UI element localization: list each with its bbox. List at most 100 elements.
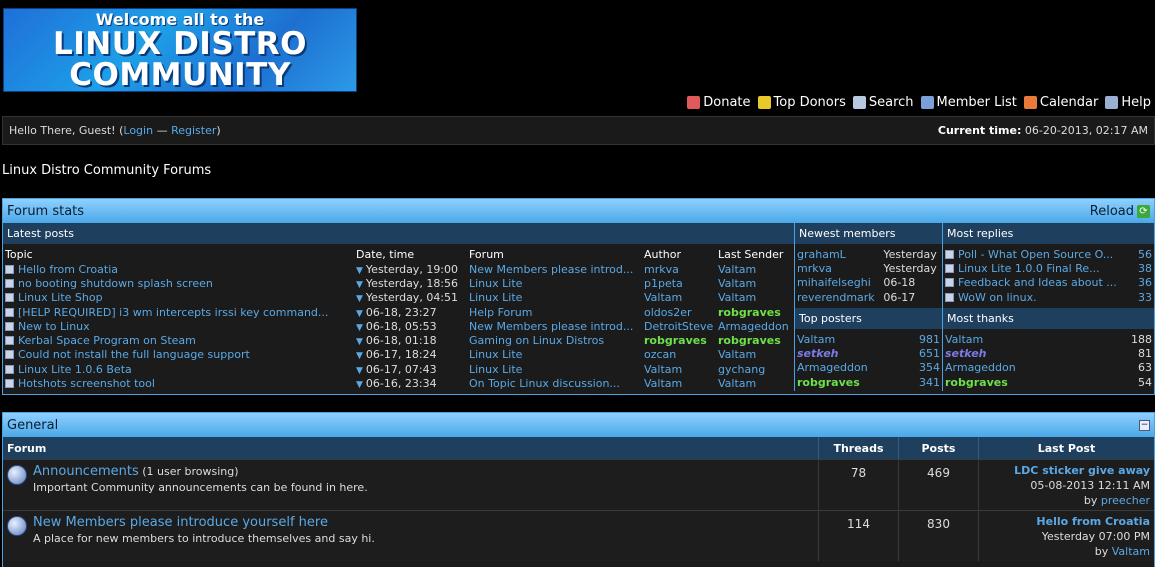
post-last-sender-link[interactable]: gychang bbox=[718, 363, 765, 376]
post-forum-link[interactable]: Linux Lite bbox=[469, 348, 522, 361]
post-last-sender-link[interactable]: Valtam bbox=[718, 348, 756, 361]
reply-topic-cell: Linux Lite 1.0.0 Final Re... bbox=[943, 261, 1134, 275]
reload-button[interactable]: Reload ⟳ bbox=[1090, 204, 1150, 219]
menu-donate[interactable]: Donate bbox=[687, 95, 751, 110]
member-name-cell: reverendmark bbox=[795, 290, 881, 304]
menu-top-donors[interactable]: Top Donors bbox=[757, 95, 846, 110]
reply-topic-link[interactable]: Poll - What Open Source O... bbox=[958, 248, 1113, 261]
member-link[interactable]: mrkva bbox=[797, 262, 832, 275]
poster-count[interactable]: 981 bbox=[905, 332, 942, 346]
post-last-sender-link[interactable]: Valtam bbox=[718, 263, 756, 276]
poster-count[interactable]: 341 bbox=[905, 375, 942, 389]
post-last-sender-link[interactable]: Valtam bbox=[718, 277, 756, 290]
thanks-user-link[interactable]: setkeh bbox=[945, 347, 986, 360]
goto-last-icon[interactable]: ▼ bbox=[356, 266, 363, 276]
post-forum-link[interactable]: Gaming on Linux Distros bbox=[469, 334, 604, 347]
post-forum-link[interactable]: On Topic Linux discussion... bbox=[469, 377, 620, 390]
thanks-user-link[interactable]: Valtam bbox=[945, 333, 983, 346]
post-author-link[interactable]: DetroitSteve bbox=[644, 320, 713, 333]
post-author-link[interactable]: mrkva bbox=[644, 263, 679, 276]
goto-last-icon[interactable]: ▼ bbox=[356, 294, 363, 304]
post-author-link[interactable]: robgraves bbox=[644, 334, 707, 347]
reply-count[interactable]: 38 bbox=[1134, 261, 1154, 275]
post-last-sender-link[interactable]: Armageddon bbox=[718, 320, 789, 333]
time-label: Current time: bbox=[937, 124, 1022, 137]
post-topic-link[interactable]: New to Linux bbox=[18, 320, 90, 333]
post-forum-link[interactable]: Linux Lite bbox=[469, 277, 522, 290]
member-link[interactable]: grahamL bbox=[797, 248, 846, 261]
post-topic-link[interactable]: Linux Lite 1.0.6 Beta bbox=[18, 363, 132, 376]
login-link[interactable]: Login bbox=[123, 124, 153, 137]
goto-last-icon[interactable]: ▼ bbox=[356, 380, 363, 390]
post-topic-link[interactable]: Hello from Croatia bbox=[18, 263, 118, 276]
thanks-name-cell: robgraves bbox=[943, 375, 1101, 389]
post-forum-link[interactable]: Linux Lite bbox=[469, 363, 522, 376]
poster-link[interactable]: Armageddon bbox=[797, 361, 868, 374]
post-author-link[interactable]: Valtam bbox=[644, 291, 682, 304]
menu-help[interactable]: Help bbox=[1105, 95, 1151, 110]
post-forum-link[interactable]: New Members please introd... bbox=[469, 263, 633, 276]
post-author-link[interactable]: ozcan bbox=[644, 348, 676, 361]
menu-calendar[interactable]: Calendar bbox=[1023, 95, 1098, 110]
post-topic-link[interactable]: Kerbal Space Program on Steam bbox=[18, 334, 196, 347]
last-post-user-link[interactable]: preecher bbox=[1101, 494, 1150, 507]
post-author-link[interactable]: Valtam bbox=[644, 377, 682, 390]
post-author-link[interactable]: oldos2er bbox=[644, 306, 692, 319]
goto-last-icon[interactable]: ▼ bbox=[356, 366, 363, 376]
document-icon bbox=[945, 263, 954, 273]
poster-link[interactable]: Valtam bbox=[797, 333, 835, 346]
member-link[interactable]: mihaifelseghi bbox=[797, 276, 871, 289]
goto-last-icon[interactable]: ▼ bbox=[356, 280, 363, 290]
post-topic-link[interactable]: no booting shutdown splash screen bbox=[18, 277, 213, 290]
latest-post-row: New to Linux ▼ 06-18, 05:53 New Members ple… bbox=[3, 319, 794, 333]
post-topic-link[interactable]: Could not install the full language supp… bbox=[18, 348, 250, 361]
member-link[interactable]: reverendmark bbox=[797, 291, 875, 304]
goto-last-icon[interactable]: ▼ bbox=[356, 323, 363, 333]
post-last-sender-link[interactable]: robgraves bbox=[718, 306, 781, 319]
register-link[interactable]: Register bbox=[171, 124, 216, 137]
document-icon bbox=[5, 364, 14, 374]
poster-count[interactable]: 354 bbox=[905, 361, 942, 375]
poster-name-cell: robgraves bbox=[795, 375, 905, 389]
reply-topic-link[interactable]: Linux Lite 1.0.0 Final Re... bbox=[958, 262, 1100, 275]
goto-last-icon[interactable]: ▼ bbox=[356, 309, 363, 319]
poster-link[interactable]: setkeh bbox=[797, 347, 838, 360]
post-last-sender-link[interactable]: Valtam bbox=[718, 377, 756, 390]
post-author-link[interactable]: Valtam bbox=[644, 363, 682, 376]
reply-count[interactable]: 36 bbox=[1134, 276, 1154, 290]
reply-count[interactable]: 56 bbox=[1134, 247, 1154, 261]
greeting-end: ) bbox=[216, 124, 221, 137]
thanks-user-link[interactable]: Armageddon bbox=[945, 361, 1016, 374]
collapse-button[interactable]: − bbox=[1139, 419, 1150, 431]
post-forum-link[interactable]: Linux Lite bbox=[469, 291, 522, 304]
reply-count[interactable]: 33 bbox=[1134, 290, 1154, 304]
menu-search[interactable]: Search bbox=[852, 95, 914, 110]
post-topic-link[interactable]: Linux Lite Shop bbox=[18, 291, 103, 304]
post-forum-link[interactable]: Help Forum bbox=[469, 306, 532, 319]
reply-topic-link[interactable]: WoW on linux. bbox=[958, 291, 1037, 304]
post-author-link[interactable]: p1peta bbox=[644, 277, 683, 290]
post-forum-link[interactable]: New Members please introd... bbox=[469, 320, 633, 333]
post-last-sender-link[interactable]: robgraves bbox=[718, 334, 781, 347]
latest-post-row: Linux Lite Shop ▼ Yesterday, 04:51 Linux Li… bbox=[3, 291, 794, 305]
last-post-title-link[interactable]: Hello from Croatia bbox=[983, 515, 1150, 528]
forum-name-link[interactable]: New Members please introduce yourself he… bbox=[33, 515, 328, 530]
reply-topic-link[interactable]: Feedback and Ideas about ... bbox=[958, 276, 1117, 289]
post-last-sender-link[interactable]: Valtam bbox=[718, 291, 756, 304]
post-forum-cell: Linux Lite bbox=[467, 362, 642, 376]
menu-member-list[interactable]: Member List bbox=[920, 95, 1017, 110]
post-topic-link[interactable]: Hotshots screenshot tool bbox=[18, 377, 155, 390]
top-poster-row: setkeh 651 bbox=[795, 346, 942, 360]
thanks-user-link[interactable]: robgraves bbox=[945, 376, 1008, 389]
last-post-title-link[interactable]: LDC sticker give away bbox=[983, 464, 1150, 477]
goto-last-icon[interactable]: ▼ bbox=[356, 351, 363, 361]
thanks-count: 54 bbox=[1138, 375, 1152, 389]
goto-last-icon[interactable]: ▼ bbox=[356, 337, 363, 347]
site-logo[interactable]: Welcome all to the LINUX DISTRO COMMUNIT… bbox=[3, 8, 357, 92]
last-post-user-link[interactable]: Valtam bbox=[1112, 545, 1150, 558]
post-topic-link[interactable]: [HELP REQUIRED] i3 wm intercepts irssi k… bbox=[18, 306, 328, 319]
forum-name-link[interactable]: Announcements bbox=[33, 464, 139, 479]
poster-count[interactable]: 651 bbox=[905, 346, 942, 360]
poster-link[interactable]: robgraves bbox=[797, 376, 860, 389]
current-time: Current time: 06-20-2013, 02:17 AM bbox=[938, 124, 1148, 137]
